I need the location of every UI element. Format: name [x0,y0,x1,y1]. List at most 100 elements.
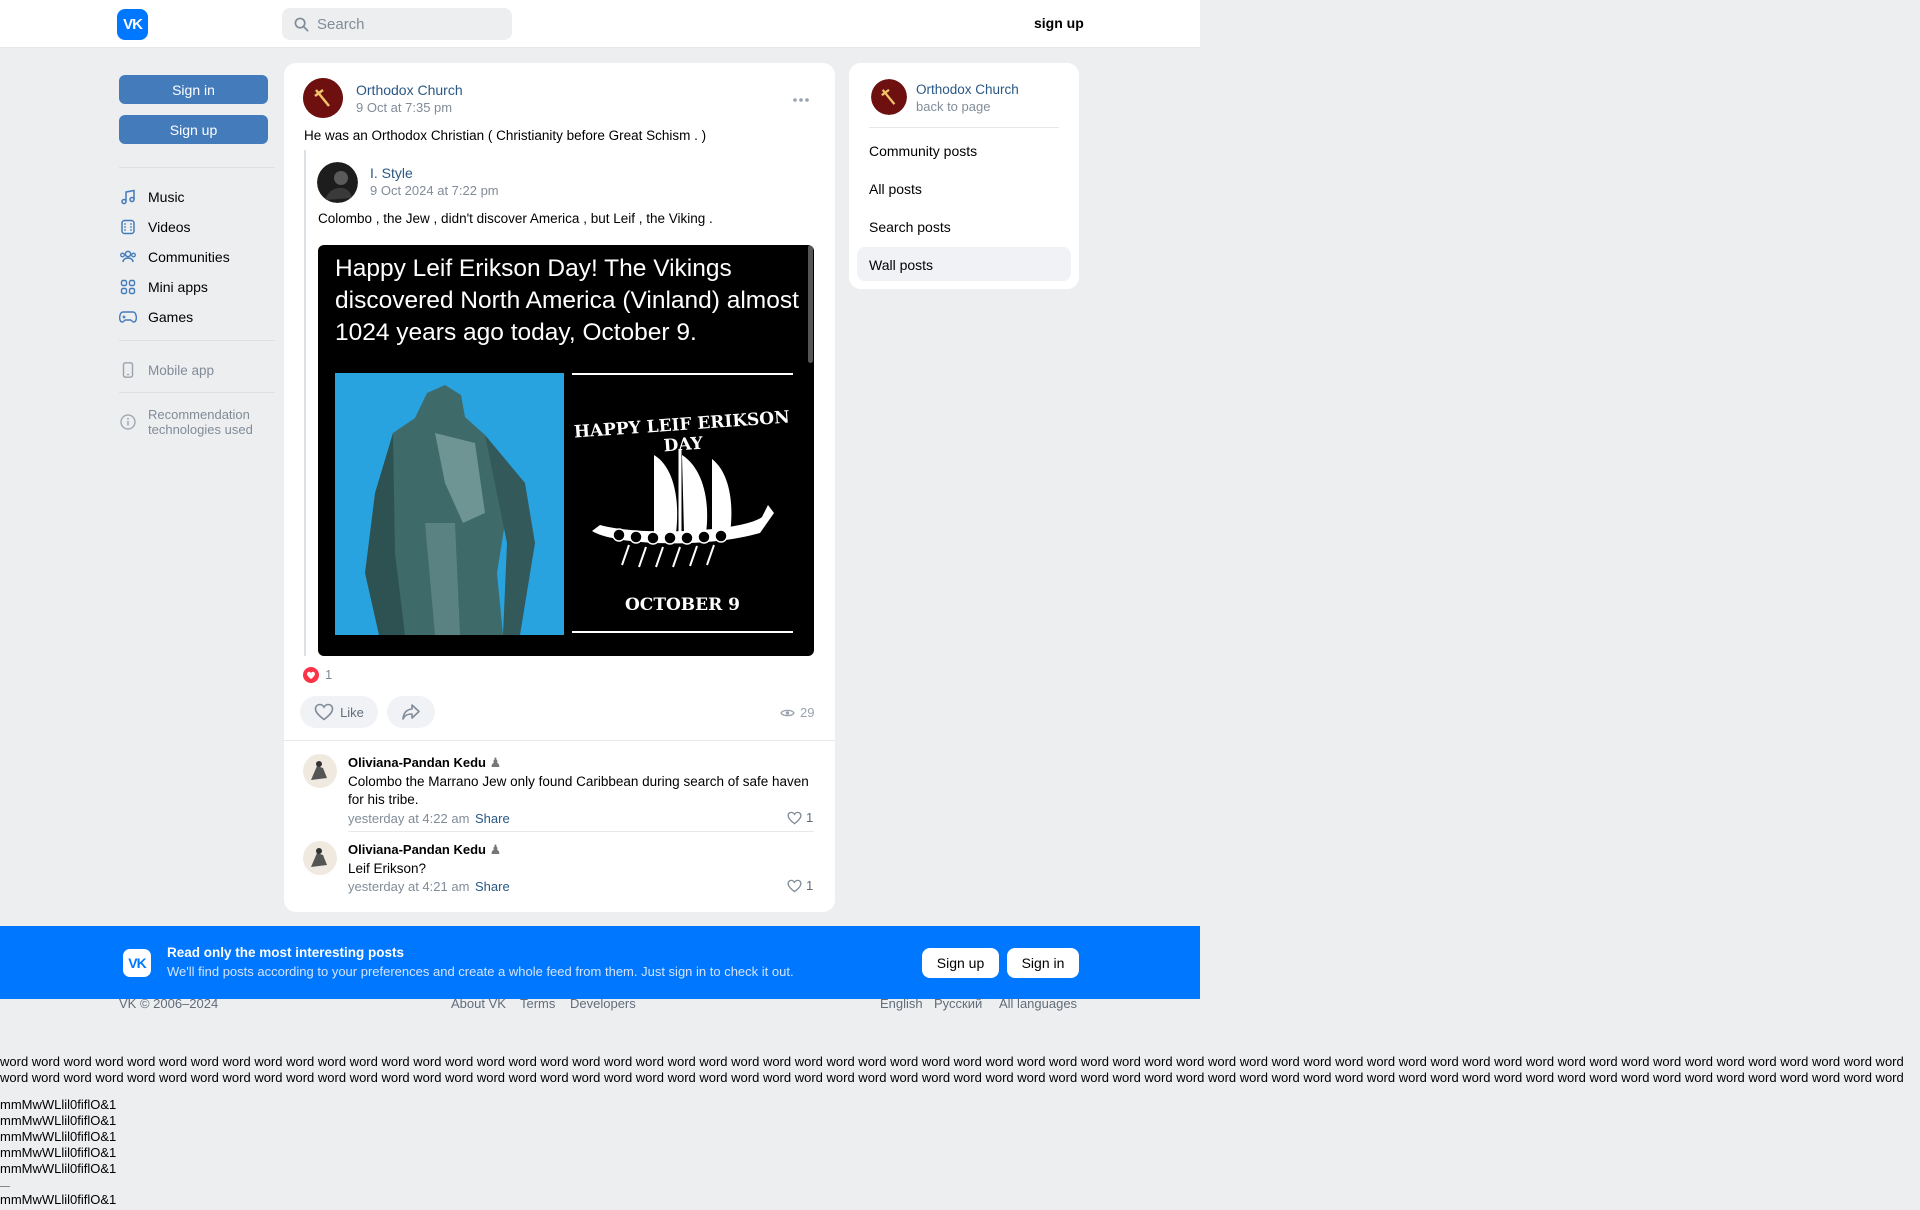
post-image[interactable]: Happy Leif Erikson Day! The Vikings disc… [318,245,814,656]
sidebar-item-mini-apps[interactable]: Mini apps [119,276,269,298]
info-icon [119,413,137,431]
repost-text: Colombo , the Jew , didn't discover Amer… [318,211,713,226]
mobile-app-label: Mobile app [148,362,215,378]
post-date[interactable]: 9 Oct at 7:35 pm [356,100,452,115]
statue-photo [335,373,564,635]
image-scrollbar[interactable] [808,245,813,363]
about-link[interactable]: About VK [451,996,506,1011]
repost-author[interactable]: I. Style [370,165,413,181]
filler-glyph-line: mmMwWLlil0fiflO&1 [0,1113,117,1128]
comment-author[interactable]: Oliviana-Pandan Kedu ♟ [348,842,501,858]
divider [119,167,275,168]
recommendation-line2: technologies used [148,422,253,437]
share-button[interactable] [387,696,435,728]
banner-signup-button[interactable]: Sign up [922,948,999,978]
community-avatar[interactable] [871,79,907,115]
language-russian[interactable]: Русский [934,996,982,1011]
sidebar-item-label: Games [148,309,194,325]
sidebar-item-label: Mini apps [148,279,208,295]
more-options-icon[interactable] [792,90,810,102]
like-button[interactable]: Like [300,696,378,728]
recommendation-line1: Recommendation [148,407,250,422]
back-to-page-link[interactable]: back to page [916,99,990,114]
search-posts-link[interactable]: Search posts [869,219,951,235]
post-text: He was an Orthodox Christian ( Christian… [304,128,707,143]
all-languages-link[interactable]: All languages [999,996,1077,1011]
filler-glyph-line: mmMwWLlil0fiflO&1 [0,1097,117,1112]
filler-glyph-line: mmMwWLlil0fiflO&1 [0,1192,117,1207]
sidebar-item-videos[interactable]: Videos [119,216,269,238]
comment-text: Leif Erikson? [348,860,426,878]
apps-icon [119,278,137,296]
divider [348,831,814,832]
poster-rule [572,373,793,375]
signup-button[interactable]: Sign up [119,115,268,144]
repost-author-avatar[interactable] [317,162,358,203]
vk-logo: VK [123,949,151,977]
banner-subtitle: We'll find posts according to your prefe… [167,964,794,979]
comment-like-button[interactable]: 1 [787,810,813,825]
post-author[interactable]: Orthodox Church [356,82,463,98]
sidebar-item-communities[interactable]: Communities [119,246,269,268]
video-icon [119,218,137,236]
sidebar-item-label: Communities [148,249,230,265]
sidebar-item-label: Music [148,189,185,205]
eye-icon [780,709,795,716]
share-icon [402,704,420,720]
image-caption: Happy Leif Erikson Day! The Vikings disc… [335,255,799,346]
community-name-link[interactable]: Orthodox Church [916,82,1019,97]
search-input[interactable]: Search [282,8,512,40]
comment-share-link[interactable]: Share [475,811,510,826]
top-bar: VK Search sign up [0,0,1200,48]
comment-text: Colombo the Marrano Jew only found Carib… [348,773,809,809]
communities-icon [119,248,137,266]
vk-logo[interactable]: VK [117,9,148,40]
filler-glyph-line: mmMwWLlil0fiflO&1 [0,1161,117,1176]
poster-panel: HAPPY LEIF ERIKSON DAY OCTOBER 9 [568,373,797,635]
wall-posts-link[interactable]: Wall posts [869,257,933,273]
mobile-app-link[interactable]: Mobile app [119,359,269,381]
community-avatar[interactable] [303,78,343,118]
phone-icon [119,361,137,379]
developers-link[interactable]: Developers [570,996,636,1011]
terms-link[interactable]: Terms [520,996,555,1011]
search-icon [294,17,309,31]
copyright: VK © 2006–2024 [119,996,219,1011]
community-posts-link[interactable]: Community posts [869,143,977,159]
divider [0,1186,10,1187]
recommendation-link[interactable]: Recommendation technologies used [119,407,269,439]
repost-date[interactable]: 9 Oct 2024 at 7:22 pm [370,183,499,198]
comment-likes: 1 [806,810,814,825]
comment-share-link[interactable]: Share [475,879,510,894]
language-english[interactable]: English [880,996,923,1011]
comment-like-button[interactable]: 1 [787,878,813,893]
filler-word-line: word word word word word word word word … [0,1054,1904,1069]
gamepad-icon [119,308,137,326]
signup-link[interactable]: sign up [1034,15,1084,31]
sidebar-item-music[interactable]: Music [119,186,269,208]
comment-author[interactable]: Oliviana-Pandan Kedu ♟ [348,755,501,771]
all-posts-link[interactable]: All posts [869,181,922,197]
reactions-count: 1 [325,667,333,682]
badge-icon: ♟ [489,842,502,857]
views-counter: 29 [780,705,814,720]
heart-icon [787,879,802,892]
filler-word-line: word word word word word word word word … [0,1070,1904,1085]
banner-signin-button[interactable]: Sign in [1007,948,1079,978]
heart-icon [787,811,802,824]
comment-time[interactable]: yesterday at 4:22 am [348,811,469,826]
signin-button[interactable]: Sign in [119,75,268,104]
badge-icon: ♟ [489,755,502,770]
comment-avatar[interactable] [303,754,337,788]
banner-title: Read only the most interesting posts [167,945,405,960]
comment-line: Leif Erikson? [348,861,427,876]
views-count: 29 [800,705,815,720]
repost-line [304,150,306,656]
comment-time[interactable]: yesterday at 4:21 am [348,879,469,894]
heart-reaction-icon[interactable] [303,667,319,683]
sidebar-item-games[interactable]: Games [119,306,269,328]
comment-avatar[interactable] [303,841,337,875]
comment-likes: 1 [806,878,814,893]
filler-glyph-line: mmMwWLlil0fiflO&1 [0,1145,117,1160]
comment-line: for his tribe. [348,792,419,807]
